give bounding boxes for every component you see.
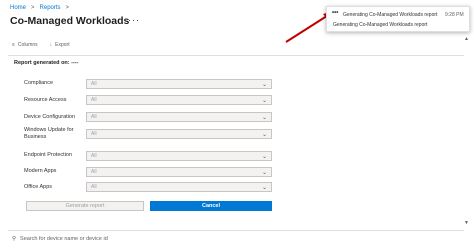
cancel-button[interactable]: Cancel: [150, 201, 272, 211]
breadcrumb-separator: >: [31, 5, 35, 11]
breadcrumb-reports-link[interactable]: Reports: [40, 5, 61, 11]
toolbar: ≡ Columns ↓ Export: [12, 42, 70, 48]
device-configuration-dropdown[interactable]: All ⌄: [86, 112, 272, 122]
chevron-down-icon: ⌄: [261, 114, 267, 121]
filter-label-office-apps: Office Apps: [24, 184, 53, 190]
resource-access-dropdown[interactable]: All ⌄: [86, 95, 272, 105]
columns-button[interactable]: ≡ Columns: [12, 42, 38, 48]
search-icon: ⚲: [12, 236, 17, 242]
filter-label-resource-access: Resource Access: [24, 97, 67, 103]
scroll-down-icon[interactable]: ▼: [464, 220, 469, 226]
scroll-up-icon[interactable]: ▲: [464, 36, 469, 42]
toast-title: Generating Co-Managed Workloads report: [343, 12, 438, 18]
divider: [8, 230, 464, 231]
search-placeholder: Search for device name or device id: [20, 236, 108, 242]
columns-label: Columns: [17, 42, 38, 48]
windows-update-dropdown[interactable]: All ⌄: [86, 129, 272, 139]
filter-label-windows-update: Windows Update for Business: [24, 127, 74, 140]
dropdown-value: All: [91, 169, 97, 175]
report-generated-label: Report generated on: ----: [14, 60, 79, 66]
export-label: Export: [55, 42, 70, 48]
progress-dots-icon: •••: [332, 10, 339, 16]
chevron-down-icon: ⌄: [261, 153, 267, 160]
export-icon: ↓: [49, 42, 53, 48]
filter-label-device-configuration: Device Configuration: [24, 114, 76, 120]
generate-report-button[interactable]: Generate report: [26, 201, 144, 211]
dropdown-value: All: [91, 184, 97, 190]
chevron-down-icon: ⌄: [261, 169, 267, 176]
toast-time: 9:28 PM: [445, 12, 464, 18]
breadcrumb-separator: >: [65, 5, 70, 11]
chevron-down-icon: ⌄: [261, 81, 267, 88]
breadcrumb-home-link[interactable]: Home: [10, 5, 26, 11]
notification-toast[interactable]: ••• Generating Co-Managed Workloads repo…: [326, 6, 470, 32]
divider: [8, 55, 464, 56]
export-button[interactable]: ↓ Export: [50, 42, 70, 48]
toast-message: Generating Co-Managed Workloads report: [333, 22, 428, 28]
chevron-down-icon: ⌄: [261, 131, 267, 138]
breadcrumb: Home > Reports >: [10, 5, 69, 11]
dropdown-value: All: [91, 153, 97, 159]
page-title: Co-Managed Workloads: [10, 15, 130, 27]
more-options-button[interactable]: ···: [128, 15, 140, 25]
modern-apps-dropdown[interactable]: All ⌄: [86, 167, 272, 177]
dropdown-value: All: [91, 81, 97, 87]
dropdown-value: All: [91, 97, 97, 103]
filter-label-endpoint-protection: Endpoint Protection: [24, 152, 73, 158]
dropdown-value: All: [91, 131, 97, 137]
filter-label-compliance: Compliance: [24, 80, 54, 86]
dropdown-value: All: [91, 114, 97, 120]
chevron-down-icon: ⌄: [261, 184, 267, 191]
columns-icon: ≡: [12, 42, 15, 48]
endpoint-protection-dropdown[interactable]: All ⌄: [86, 151, 272, 161]
compliance-dropdown[interactable]: All ⌄: [86, 79, 272, 89]
search-input[interactable]: ⚲ Search for device name or device id: [12, 236, 108, 242]
chevron-down-icon: ⌄: [261, 97, 267, 104]
filter-label-modern-apps: Modern Apps: [24, 168, 57, 174]
office-apps-dropdown[interactable]: All ⌄: [86, 182, 272, 192]
